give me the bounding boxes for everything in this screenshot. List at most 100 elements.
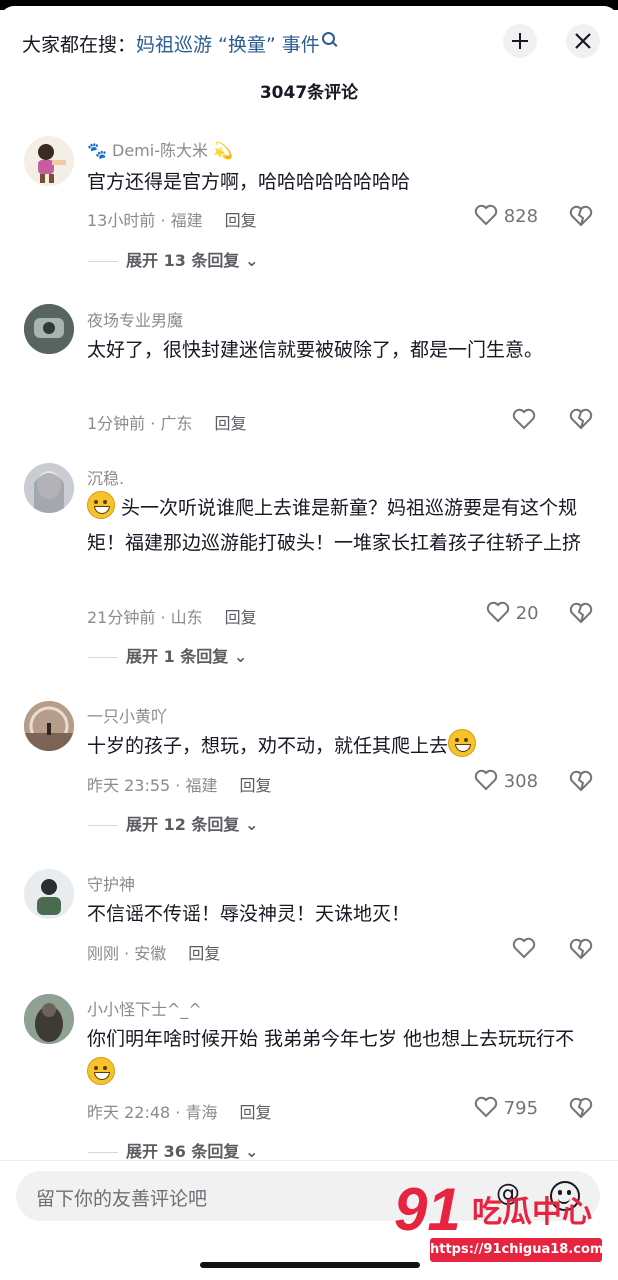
dislike-button[interactable] bbox=[569, 602, 593, 628]
like-button[interactable] bbox=[512, 408, 536, 434]
expand-divider bbox=[88, 825, 118, 826]
expand-replies-button[interactable]: 展开 1 条回复 ⌄ bbox=[88, 643, 247, 667]
like-button[interactable]: 795 bbox=[474, 1096, 538, 1119]
search-suggestion[interactable]: 大家都在搜：妈祖巡游 “换童” 事件 bbox=[22, 30, 335, 57]
heart-outline-icon bbox=[512, 408, 536, 430]
heart-outline-icon bbox=[512, 937, 536, 959]
sparkle-icon: 💫 bbox=[213, 141, 234, 160]
broken-heart-icon bbox=[569, 770, 593, 792]
comment-text-body: 十岁的孩子，想玩，劝不动，就任其爬上去 bbox=[87, 735, 449, 757]
comment-text: 十岁的孩子，想玩，劝不动，就任其爬上去 bbox=[87, 729, 592, 764]
close-button[interactable] bbox=[566, 24, 600, 58]
expand-label: 展开 36 条回复 bbox=[126, 1142, 240, 1161]
comment-meta: 刚刚 · 安徽 回复 bbox=[87, 940, 220, 964]
comment-meta: 昨天 23:55 · 福建 回复 bbox=[87, 772, 271, 796]
avatar[interactable] bbox=[24, 701, 74, 751]
username[interactable]: 一只小黄吖 bbox=[87, 703, 167, 727]
comment-meta: 21分钟前 · 山东 回复 bbox=[87, 604, 257, 628]
broken-heart-icon bbox=[569, 1097, 593, 1119]
comment-time: 1分钟前 · 广东 bbox=[87, 414, 193, 433]
dislike-button[interactable] bbox=[569, 408, 593, 434]
comment-input-placeholder: 留下你的友善评论吧 bbox=[36, 1188, 208, 1210]
like-button[interactable]: 20 bbox=[486, 601, 539, 624]
avatar[interactable] bbox=[24, 994, 74, 1044]
expand-divider bbox=[88, 1152, 118, 1153]
svg-text:91: 91 bbox=[394, 1178, 461, 1240]
reply-button[interactable]: 回复 bbox=[225, 608, 257, 627]
broken-heart-icon bbox=[569, 408, 593, 430]
username-text: Demi-陈大米 bbox=[112, 141, 208, 160]
svg-text:吃瓜中心: 吃瓜中心 bbox=[472, 1195, 592, 1230]
avatar[interactable] bbox=[24, 136, 74, 186]
like-button[interactable]: 828 bbox=[474, 204, 538, 227]
search-prefix: 大家都在搜： bbox=[22, 34, 137, 56]
chevron-down-icon: ⌄ bbox=[245, 251, 259, 270]
reply-button[interactable]: 回复 bbox=[239, 1103, 271, 1122]
chevron-down-icon: ⌄ bbox=[245, 1142, 259, 1161]
comment-meta: 13小时前 · 福建 回复 bbox=[87, 207, 257, 231]
like-count: 795 bbox=[503, 1098, 539, 1119]
username[interactable]: 守护神 bbox=[87, 871, 135, 895]
comment-count: 3047条评论 bbox=[259, 83, 359, 103]
expand-label: 展开 12 条回复 bbox=[126, 815, 240, 834]
home-indicator[interactable] bbox=[200, 1262, 420, 1268]
broken-heart-icon bbox=[569, 205, 593, 227]
chevron-down-icon: ⌄ bbox=[233, 647, 248, 666]
reply-button[interactable]: 回复 bbox=[188, 944, 220, 963]
collapse-icon bbox=[512, 33, 528, 49]
heart-outline-icon bbox=[474, 769, 498, 791]
comment-time: 昨天 23:55 · 福建 bbox=[87, 776, 218, 795]
username[interactable]: 🐾 Demi-陈大米 💫 bbox=[87, 137, 233, 161]
comment-time: 昨天 22:48 · 青海 bbox=[87, 1103, 218, 1122]
dislike-button[interactable] bbox=[569, 938, 593, 964]
expand-replies-button[interactable]: 展开 13 条回复 ⌄ bbox=[88, 247, 258, 271]
dislike-button[interactable] bbox=[569, 770, 593, 796]
comment-time: 刚刚 · 安徽 bbox=[87, 944, 167, 963]
like-button[interactable]: 308 bbox=[474, 769, 538, 792]
username[interactable]: 小小怪下士^_^ bbox=[87, 996, 202, 1020]
expand-replies-button[interactable]: 展开 12 条回复 ⌄ bbox=[88, 811, 258, 835]
like-button[interactable] bbox=[512, 937, 536, 963]
search-icon bbox=[321, 32, 335, 45]
comment-text: 官方还得是官方啊，哈哈哈哈哈哈哈哈 bbox=[87, 171, 411, 193]
reply-button[interactable]: 回复 bbox=[214, 414, 246, 433]
dislike-button[interactable] bbox=[569, 1097, 593, 1123]
heart-outline-icon bbox=[474, 204, 498, 226]
close-icon bbox=[575, 33, 591, 49]
like-count: 20 bbox=[515, 603, 539, 624]
input-divider bbox=[0, 1160, 618, 1161]
broken-heart-icon bbox=[569, 602, 593, 624]
broken-heart-icon bbox=[569, 938, 593, 960]
username[interactable]: 夜场专业男魔 bbox=[87, 307, 183, 331]
reply-button[interactable]: 回复 bbox=[225, 211, 257, 230]
comment-meta: 1分钟前 · 广东 回复 bbox=[87, 410, 246, 434]
expand-divider bbox=[88, 657, 118, 658]
search-keyword-link[interactable]: 妈祖巡游 “换童” 事件 bbox=[136, 34, 320, 56]
like-count: 828 bbox=[503, 206, 539, 227]
reply-button[interactable]: 回复 bbox=[239, 776, 271, 795]
username[interactable]: 沉稳. bbox=[87, 465, 124, 489]
expand-label: 展开 1 条回复 bbox=[126, 647, 229, 666]
dislike-button[interactable] bbox=[569, 205, 593, 231]
collapse-button[interactable] bbox=[503, 24, 537, 58]
chevron-down-icon: ⌄ bbox=[245, 815, 259, 834]
thinking-emoji-icon bbox=[87, 1057, 115, 1085]
expand-replies-button[interactable]: 展开 36 条回复 ⌄ bbox=[88, 1138, 258, 1162]
watermark-url: https://91chigua18.com bbox=[430, 1238, 603, 1262]
avatar[interactable] bbox=[24, 463, 74, 513]
heart-outline-icon bbox=[486, 601, 510, 623]
comment-time: 21分钟前 · 山东 bbox=[87, 608, 203, 627]
comment-text: 太好了，很快封建迷信就要被破除了，都是一门生意。 bbox=[87, 339, 544, 361]
expand-label: 展开 13 条回复 bbox=[126, 251, 240, 270]
watermark-logo: 91 吃瓜中心 bbox=[394, 1178, 592, 1240]
comment-text: 不信谣不传谣！辱没神灵！天诛地灭！ bbox=[87, 903, 411, 925]
like-count: 308 bbox=[503, 771, 539, 792]
comment-text-body: 你们明年啥时候开始 我弟弟今年七岁 他也想上去玩玩行不 bbox=[87, 1028, 575, 1050]
avatar[interactable] bbox=[24, 304, 74, 354]
comment-text: 头一次听说谁爬上去谁是新童？妈祖巡游要是有这个规矩！福建那边巡游能打破头！一堆家… bbox=[87, 491, 592, 561]
avatar[interactable] bbox=[24, 869, 74, 919]
heart-outline-icon bbox=[474, 1096, 498, 1118]
grin-emoji-icon bbox=[87, 491, 115, 519]
comment-text: 你们明年啥时候开始 我弟弟今年七岁 他也想上去玩玩行不 bbox=[87, 1022, 592, 1092]
smile-emoji-icon bbox=[448, 729, 477, 757]
